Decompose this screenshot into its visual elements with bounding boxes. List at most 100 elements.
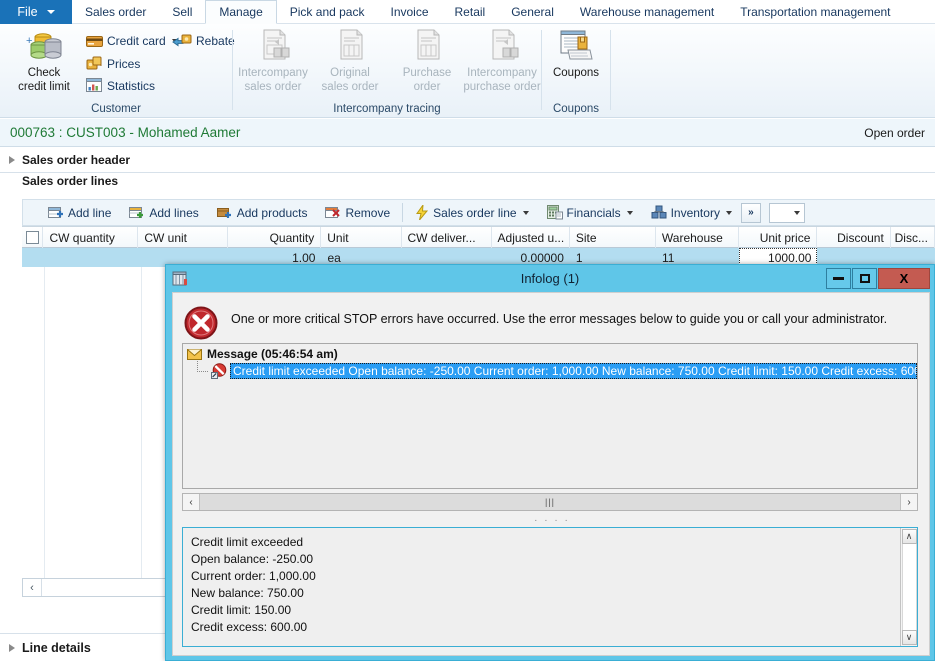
selected-message-text[interactable]: Credit limit exceeded Open balance: -250… xyxy=(230,362,917,379)
check-credit-limit-label: Check credit limit xyxy=(18,66,70,95)
column-header-discount[interactable]: Discount xyxy=(817,227,891,248)
message-envelope-icon xyxy=(187,349,202,360)
ribbon-group-intercompany-tracing: Intercompany sales order Original sales … xyxy=(233,24,541,118)
cell-cw-quantity[interactable] xyxy=(44,248,139,267)
purchase-order-line1: Purchase xyxy=(402,67,452,79)
column-header-cw-delivered[interactable]: CW deliver... xyxy=(402,227,492,248)
close-button[interactable]: X xyxy=(878,268,930,289)
tab-manage[interactable]: Manage xyxy=(205,0,277,24)
scroll-left-arrow-icon[interactable]: ‹ xyxy=(23,579,42,596)
scroll-track[interactable] xyxy=(901,544,917,630)
file-menu-tab[interactable]: File xyxy=(0,0,72,24)
dialog-body: One or more critical STOP errors have oc… xyxy=(172,292,930,656)
tab-sell[interactable]: Sell xyxy=(159,0,205,24)
grid-select-all-header[interactable] xyxy=(22,227,44,248)
intercompany-sales-order-icon xyxy=(263,29,290,60)
ribbon-tab-strip: File Sales order Sell Manage Pick and pa… xyxy=(0,0,935,24)
message-tree-panel[interactable]: Message (05:46:54 am) Credit limit excee… xyxy=(182,343,918,489)
column-header-site[interactable]: Site xyxy=(570,227,656,248)
statistics-button[interactable]: Statistics xyxy=(86,78,155,93)
ribbon-group-label-intercompany-tracing: Intercompany tracing xyxy=(333,103,441,115)
intercompany-purchase-order-button[interactable]: Intercompany purchase order xyxy=(459,28,545,95)
page-title: 000763 : CUST003 - Mohamed Aamer xyxy=(10,125,241,140)
column-header-cw-quantity[interactable]: CW quantity xyxy=(43,227,139,248)
inventory-label: Inventory xyxy=(670,205,720,220)
intercompany-sales-order-button[interactable]: Intercompany sales order xyxy=(235,28,311,95)
purchase-order-button[interactable]: Purchase order xyxy=(389,28,465,95)
tab-pick-and-pack[interactable]: Pick and pack xyxy=(277,0,378,24)
ribbon-group-customer: + Check credit limit Credit card Prices … xyxy=(0,24,235,118)
scroll-right-arrow-icon[interactable]: › xyxy=(901,494,917,510)
remove-button[interactable]: Remove xyxy=(316,201,399,225)
column-header-unit-price[interactable]: Unit price xyxy=(739,227,818,248)
inventory-menu[interactable]: Inventory xyxy=(642,201,741,225)
toolbar-overflow-button[interactable]: » xyxy=(740,202,761,223)
coupons-button[interactable]: Coupons xyxy=(538,28,614,80)
original-sales-order-button[interactable]: Original sales order xyxy=(312,28,388,95)
close-icon: X xyxy=(899,271,909,286)
maximize-button[interactable] xyxy=(852,268,877,289)
chevron-down-icon xyxy=(793,210,800,215)
checkbox-icon[interactable] xyxy=(25,231,39,244)
ribbon-group-label-customer: Customer xyxy=(91,103,141,115)
column-header-unit[interactable]: Unit xyxy=(321,227,402,248)
toolbar-view-select[interactable] xyxy=(768,202,805,223)
tab-general[interactable]: General xyxy=(498,0,567,24)
tree-root-node[interactable]: Message (05:46:54 am) xyxy=(183,344,917,361)
original-sales-order-icon xyxy=(340,29,363,60)
column-header-warehouse[interactable]: Warehouse xyxy=(656,227,740,248)
maximize-icon xyxy=(859,274,870,283)
prices-button[interactable]: Prices xyxy=(86,56,140,71)
tree-message-row[interactable]: Credit limit exceeded Open balance: -250… xyxy=(183,360,917,379)
infolog-dialog: Infolog (1) X One or more critical STOP … xyxy=(165,264,935,661)
credit-card-button[interactable]: Credit card xyxy=(86,34,178,48)
intercompany-sales-order-line1: Intercompany xyxy=(238,67,308,79)
column-header-cw-unit[interactable]: CW unit xyxy=(138,227,229,248)
detail-vertical-scrollbar[interactable]: ∧ ∨ xyxy=(900,528,917,646)
tab-transportation-management[interactable]: Transportation management xyxy=(727,0,903,24)
dialog-title-bar[interactable]: Infolog (1) X xyxy=(166,265,934,292)
tab-label: Sales order xyxy=(85,5,147,19)
rebate-button[interactable]: Rebate xyxy=(172,34,235,48)
tree-horizontal-scrollbar[interactable]: ‹ ||| › xyxy=(182,493,918,511)
check-credit-limit-line2: credit limit xyxy=(18,81,70,94)
purchase-order-icon xyxy=(417,29,440,60)
tab-retail[interactable]: Retail xyxy=(442,0,499,24)
error-summary-row: One or more critical STOP errors have oc… xyxy=(173,293,929,349)
rebate-icon xyxy=(172,34,192,47)
add-lines-label: Add lines xyxy=(149,205,199,220)
panel-splitter[interactable]: · · · · xyxy=(173,515,931,526)
credit-card-icon xyxy=(86,36,103,47)
chevron-down-icon xyxy=(725,210,732,215)
scroll-left-arrow-icon[interactable]: ‹ xyxy=(183,494,199,510)
scroll-down-arrow-icon[interactable]: ∨ xyxy=(901,630,917,645)
scroll-thumb[interactable]: ||| xyxy=(199,494,901,510)
coupons-label: Coupons xyxy=(552,67,600,79)
sales-order-lines-toolbar: Add line Add lines Add products Remove S… xyxy=(22,199,935,226)
column-header-adjusted-unit[interactable]: Adjusted u... xyxy=(492,227,570,248)
error-summary-text: One or more critical STOP errors have oc… xyxy=(231,312,888,326)
lightning-icon xyxy=(416,205,429,220)
tab-warehouse-management[interactable]: Warehouse management xyxy=(567,0,727,24)
add-products-button[interactable]: Add products xyxy=(208,201,317,225)
sales-order-line-menu[interactable]: Sales order line xyxy=(406,201,537,225)
chevron-down-icon xyxy=(626,210,633,215)
tab-invoice[interactable]: Invoice xyxy=(377,0,441,24)
financials-menu[interactable]: Financials xyxy=(538,201,642,225)
status-badge: Open order xyxy=(864,125,925,140)
column-header-discount-pct[interactable]: Disc... xyxy=(891,227,935,248)
row-select-cell[interactable] xyxy=(22,248,44,267)
add-line-button[interactable]: Add line xyxy=(39,201,120,225)
fasttab-sales-order-header[interactable]: Sales order header xyxy=(0,148,935,173)
scroll-up-arrow-icon[interactable]: ∧ xyxy=(901,529,917,544)
add-line-label: Add line xyxy=(68,205,112,220)
tab-label: Pick and pack xyxy=(289,5,365,19)
financials-label: Financials xyxy=(566,205,621,220)
add-lines-button[interactable]: Add lines xyxy=(120,201,207,225)
message-detail-text[interactable]: Credit limit exceeded Open balance: -250… xyxy=(183,528,900,646)
fasttab-label: Sales order header xyxy=(22,153,131,167)
column-header-quantity[interactable]: Quantity xyxy=(228,227,322,248)
minimize-button[interactable] xyxy=(826,268,851,289)
tab-sales-order[interactable]: Sales order xyxy=(72,0,159,24)
check-credit-limit-button[interactable]: + Check credit limit xyxy=(6,28,82,95)
